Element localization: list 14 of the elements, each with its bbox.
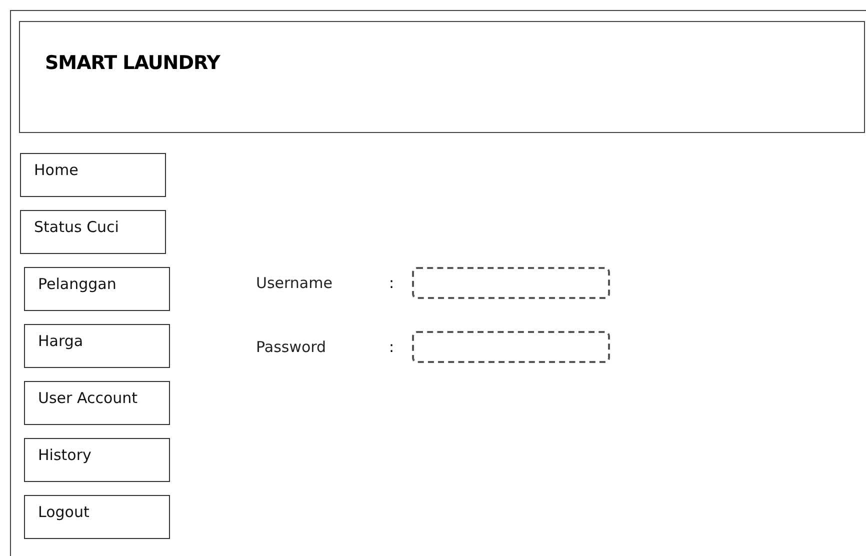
nav-button[interactable]: Logout bbox=[24, 495, 170, 539]
colon-separator: : bbox=[389, 274, 396, 292]
nav-button[interactable]: Home bbox=[20, 153, 166, 197]
nav-button[interactable]: Harga bbox=[24, 324, 170, 368]
field-label: Username bbox=[256, 274, 334, 292]
input-field[interactable] bbox=[412, 331, 610, 363]
nav-button[interactable]: User Account bbox=[24, 381, 170, 425]
app-title: SMART LAUNDRY bbox=[45, 52, 222, 74]
nav-button[interactable]: Status Cuci bbox=[20, 210, 166, 254]
field-label: Password bbox=[256, 338, 328, 356]
nav-button[interactable]: History bbox=[24, 438, 170, 482]
nav-button[interactable]: Pelanggan bbox=[24, 267, 170, 311]
input-field[interactable] bbox=[412, 267, 610, 299]
colon-separator: : bbox=[389, 338, 396, 356]
